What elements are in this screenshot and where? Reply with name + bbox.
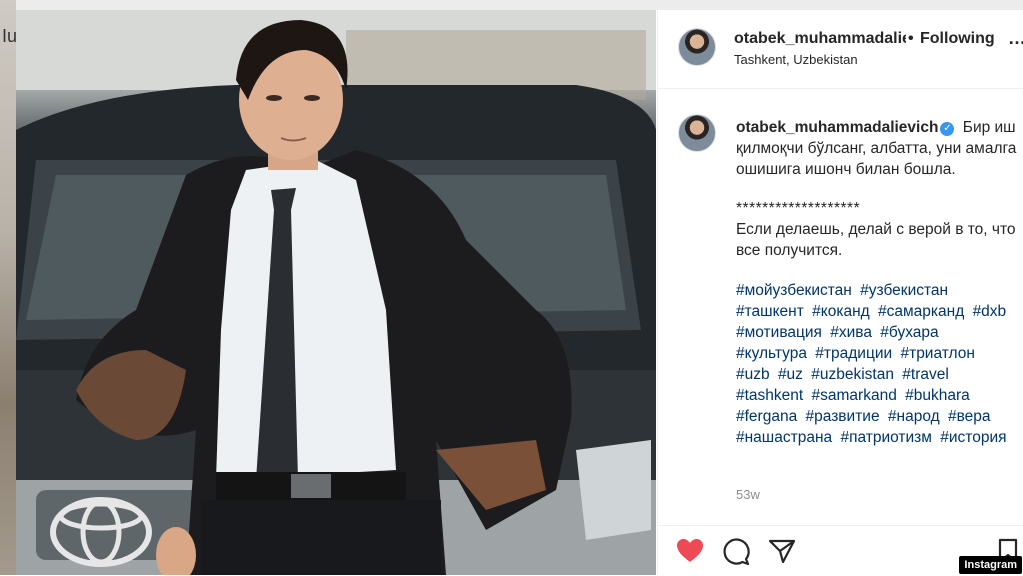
caption-ru-text: Если делаешь, делай с верой в то, что вс… [736,221,1016,259]
post-timestamp[interactable]: 53w [736,487,760,502]
hashtag-link[interactable]: #мотивация [736,324,822,341]
post-photo-image [16,10,656,575]
caption-author-avatar[interactable] [678,114,716,152]
share-icon[interactable] [768,538,796,564]
hashtag-link[interactable]: #dxb [973,303,1007,320]
hashtag-link[interactable]: #патриотизм [840,429,931,446]
location-link[interactable]: Tashkent, Uzbekistan [734,52,858,67]
more-icon[interactable]: … [1008,28,1023,49]
background-page-text: Iu [2,26,18,46]
hashtag-link[interactable]: #культура [736,345,807,362]
hashtag-link[interactable]: #fergana [736,408,797,425]
post-photo[interactable] [16,10,656,575]
hashtag-link[interactable]: #хива [830,324,872,341]
instagram-post-window: Iu otabek_muhammadaliev • Following Tash… [0,0,1023,575]
post-actions-bar: Instagram [658,525,1023,576]
instagram-watermark: Instagram [959,556,1022,574]
caption-separator-stars: ******************* [736,200,861,217]
hashtag-link[interactable]: #нашастрана [736,429,832,446]
caption-author-username[interactable]: otabek_muhammadalievich [736,119,938,136]
caption-uz-block: otabek_muhammadalievich ✓ Бир иш қилмоқчи… [736,117,1018,180]
hashtag-link[interactable]: #коканд [812,303,870,320]
hashtag-link[interactable]: #народ [888,408,940,425]
hashtag-list: #мойузбекистан #узбекистан #ташкент #кок… [736,280,1018,448]
hashtag-link[interactable]: #uzb [736,366,770,383]
hashtag-link[interactable]: #мойузбекистан [736,282,852,299]
hashtag-link[interactable]: #ташкент [736,303,804,320]
hashtag-link[interactable]: #триатлон [900,345,974,362]
hashtag-link[interactable]: #вера [948,408,991,425]
hashtag-link[interactable]: #uzbekistan [811,366,894,383]
header-separator: • [908,30,914,47]
hashtag-link[interactable]: #история [940,429,1006,446]
caption-body: otabek_muhammadalievich ✓ Бир иш қилмоқчи… [736,117,1018,448]
hashtag-link[interactable]: #традиции [815,345,892,362]
author-avatar[interactable] [678,28,716,66]
background-page-strip: Iu [0,0,18,575]
hashtag-link[interactable]: #travel [902,366,949,383]
hashtag-link[interactable]: #bukhara [905,387,970,404]
hashtag-link[interactable]: #узбекистан [860,282,948,299]
post-header: otabek_muhammadaliev • Following Tashken… [658,10,1023,89]
verified-badge-icon: ✓ [940,122,955,136]
hashtag-link[interactable]: #развитие [806,408,880,425]
comment-icon[interactable] [722,538,750,566]
top-border [0,0,1023,10]
hashtag-link[interactable]: #uz [778,366,803,383]
author-username-link[interactable]: otabek_muhammadaliev [734,30,906,48]
hashtag-link[interactable]: #самарканд [878,303,964,320]
hashtag-link[interactable]: #tashkent [736,387,803,404]
hashtag-link[interactable]: #samarkand [812,387,897,404]
following-button[interactable]: Following [920,30,995,48]
hashtag-link[interactable]: #бухара [880,324,938,341]
post-caption: otabek_muhammadalievich ✓ Бир иш қилмоқчи… [658,89,1023,529]
post-detail-panel: otabek_muhammadaliev • Following Tashken… [657,10,1023,575]
heart-icon[interactable] [676,538,704,564]
